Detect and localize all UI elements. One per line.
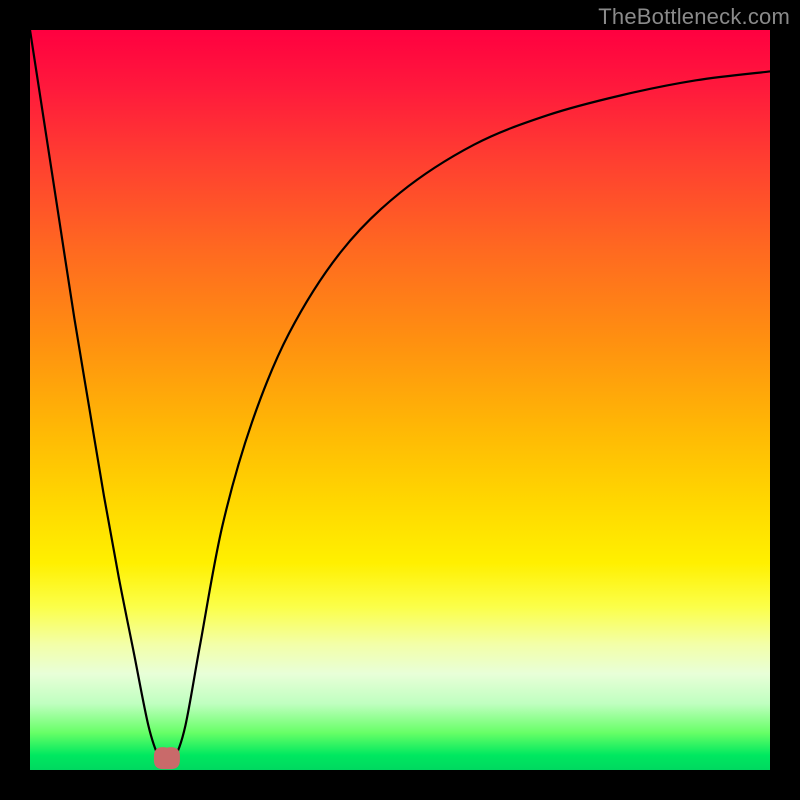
curve-layer bbox=[30, 30, 770, 770]
bottleneck-curve bbox=[30, 30, 770, 764]
minimum-marker bbox=[155, 748, 179, 768]
watermark-label: TheBottleneck.com bbox=[598, 4, 790, 30]
chart-frame: TheBottleneck.com bbox=[0, 0, 800, 800]
plot-area bbox=[30, 30, 770, 770]
